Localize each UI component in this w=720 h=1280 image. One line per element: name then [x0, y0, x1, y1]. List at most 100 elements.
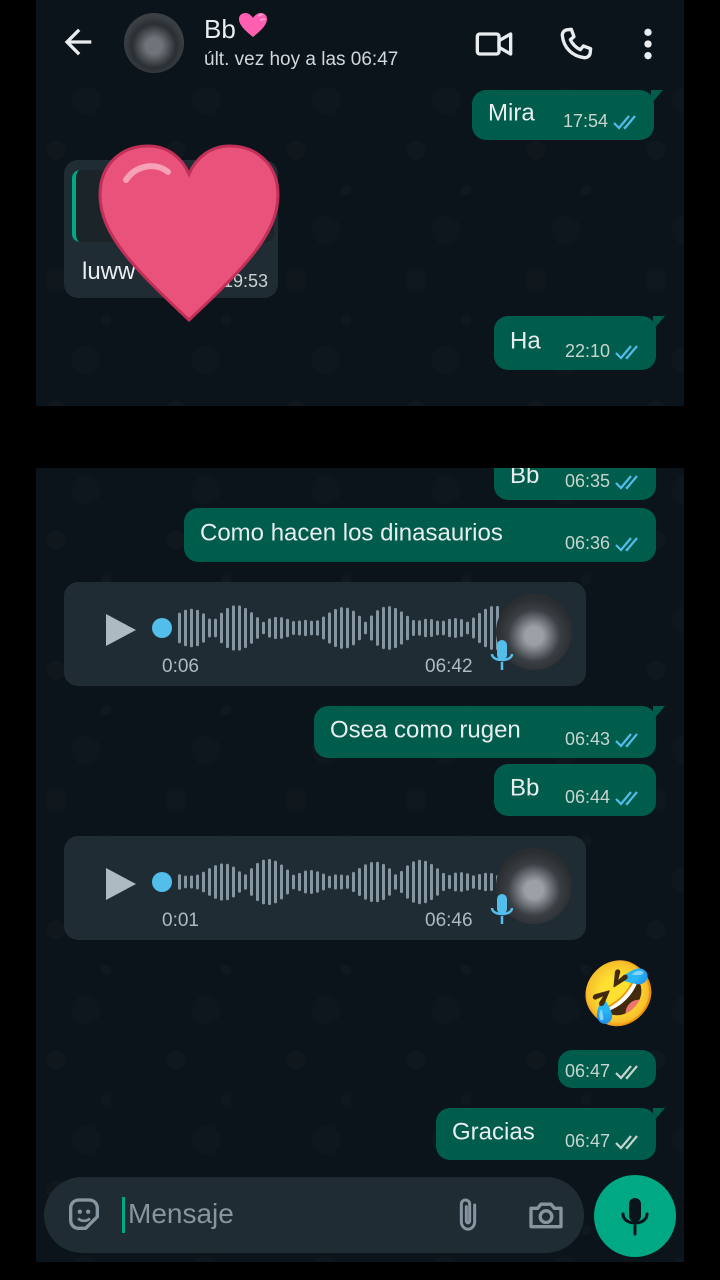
waveform-bar — [304, 619, 307, 637]
waveform-bar — [208, 868, 211, 896]
waveform-bar — [274, 616, 277, 640]
message-input-bar[interactable]: Mensaje — [44, 1177, 584, 1253]
waveform-bar — [244, 607, 247, 649]
message-text: Mira — [488, 99, 535, 127]
waveform-bar — [442, 872, 445, 892]
waveform-bar — [316, 620, 319, 636]
message-meta: 06:35 — [565, 471, 644, 492]
waveform-bar — [334, 608, 337, 648]
message-bubble-out[interactable]: Mira 17:54 — [472, 90, 663, 140]
waveform-bar — [310, 620, 313, 636]
contact-name[interactable]: Bb — [204, 12, 268, 45]
voice-message[interactable]: 0:06 06:42 — [64, 582, 586, 686]
waveform-bar — [400, 870, 403, 894]
mic-icon — [621, 1198, 649, 1236]
waveform-bar — [178, 874, 181, 890]
playback-position-dot[interactable] — [152, 618, 172, 638]
camera-icon[interactable] — [526, 1195, 566, 1235]
waveform-bar — [424, 618, 427, 638]
waveform-bar — [202, 613, 205, 643]
waveform-bar — [298, 620, 301, 636]
chat-header: Bb últ. vez hoy a las 06:47 — [36, 0, 684, 88]
message-bubble-out[interactable]: Ha 22:10 — [494, 316, 665, 370]
waveform-bar — [190, 608, 193, 648]
waveform-bar — [178, 612, 181, 644]
waveform-bar — [202, 871, 205, 893]
waveform-bar — [448, 874, 451, 890]
message-time: 06:36 — [564, 533, 610, 553]
waveform-bar — [274, 860, 277, 904]
waveform-bar — [316, 871, 319, 893]
waveform-bar — [196, 874, 199, 890]
waveform-bar — [322, 873, 325, 891]
message-bubble-out[interactable]: Como hacen los dinasaurios 06:36 — [184, 508, 656, 562]
waveform-bar — [412, 861, 415, 903]
attach-clip-icon[interactable] — [448, 1195, 488, 1235]
contact-avatar[interactable] — [124, 13, 184, 73]
message-meta: 06:36 — [565, 533, 644, 554]
waveform-bar — [370, 615, 373, 641]
waveform-bar — [352, 871, 355, 893]
waveform-bar — [184, 609, 187, 647]
message-bubble-out[interactable]: 06:47 — [558, 1050, 656, 1088]
message-input[interactable]: Mensaje — [128, 1198, 234, 1230]
message-bubble-out[interactable]: Bb 06:44 — [494, 764, 656, 816]
read-ticks-icon — [615, 536, 638, 552]
waveform-bar — [418, 620, 421, 636]
waveform-bar — [370, 861, 373, 903]
message-time: 06:42 — [425, 656, 473, 677]
voice-message[interactable]: 0:01 06:46 — [64, 836, 586, 940]
video-call-icon[interactable] — [474, 24, 514, 64]
waveform-bar — [256, 617, 259, 639]
waveform — [178, 858, 499, 906]
waveform-bar — [400, 611, 403, 645]
message-meta: 22:10 — [565, 341, 644, 362]
more-options-icon[interactable] — [628, 24, 668, 64]
message-bubble-out[interactable]: Gracias 06:47 — [436, 1108, 665, 1160]
waveform-bar — [436, 620, 439, 636]
play-icon[interactable] — [100, 610, 140, 650]
waveform-bar — [286, 618, 289, 638]
redacted-band — [36, 406, 684, 468]
waveform-bar — [328, 875, 331, 889]
emoji-message[interactable]: 🤣 — [580, 960, 657, 1030]
message-time: 17:54 — [562, 111, 608, 131]
waveform-bar — [358, 867, 361, 897]
text-caret — [122, 1197, 125, 1233]
waveform-bar — [310, 870, 313, 894]
message-meta: 17:54 — [563, 111, 642, 132]
waveform-bar — [220, 612, 223, 644]
sticker-emoji-icon[interactable] — [64, 1195, 104, 1235]
waveform-bar — [226, 607, 229, 649]
waveform-bar — [298, 872, 301, 892]
back-arrow-icon[interactable] — [58, 22, 98, 62]
message-time: 06:35 — [564, 471, 610, 491]
waveform — [178, 605, 499, 651]
message-text: Osea como rugen — [330, 716, 521, 744]
message-text: Ha — [510, 327, 541, 355]
waveform-bar — [268, 858, 271, 906]
waveform-bar — [196, 609, 199, 647]
heart-sticker — [98, 144, 280, 323]
phone-call-icon[interactable] — [556, 24, 596, 64]
waveform-bar — [322, 616, 325, 640]
waveform-bar — [412, 620, 415, 636]
waveform-bar — [280, 864, 283, 900]
waveform-bar — [238, 605, 241, 651]
waveform-bar — [292, 874, 295, 890]
message-bubble-out[interactable]: Osea como rugen 06:43 — [314, 706, 665, 758]
waveform-bar — [406, 865, 409, 899]
waveform-bar — [442, 620, 445, 636]
waveform-bar — [364, 621, 367, 635]
record-voice-button[interactable] — [594, 1175, 676, 1257]
message-text: Como hacen los dinasaurios — [200, 519, 503, 547]
waveform-bar — [256, 862, 259, 902]
waveform-bar — [232, 605, 235, 651]
playback-position-dot[interactable] — [152, 872, 172, 892]
waveform-bar — [376, 861, 379, 903]
waveform-bar — [406, 615, 409, 641]
play-icon[interactable] — [100, 864, 140, 904]
waveform-bar — [292, 621, 295, 635]
waveform-bar — [328, 612, 331, 644]
waveform-bar — [490, 873, 493, 891]
